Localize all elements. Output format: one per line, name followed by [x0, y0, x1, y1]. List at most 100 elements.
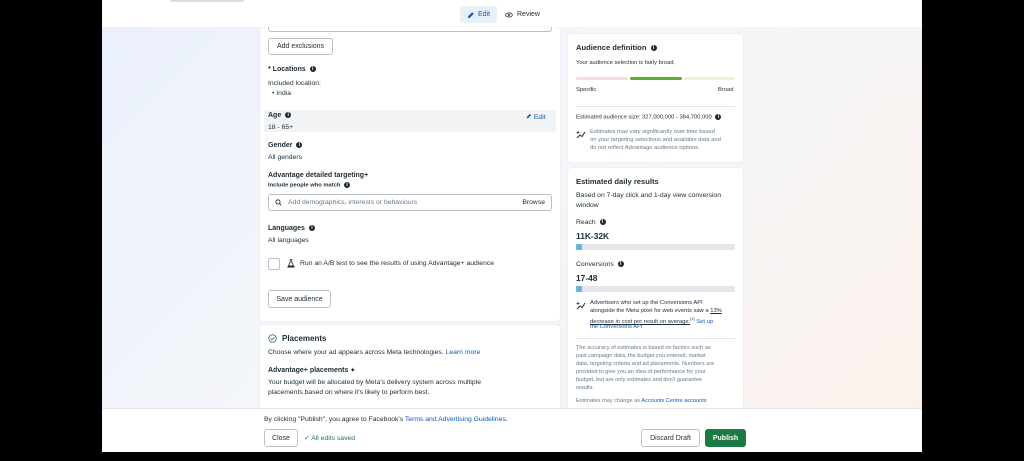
detailed-targeting-label: Advantage detailed targeting+	[268, 172, 368, 179]
info-icon[interactable]: i	[308, 225, 315, 232]
languages-label: Languages i	[268, 225, 315, 232]
audience-definition-title: Audience definition i	[576, 43, 657, 52]
info-icon[interactable]: i	[715, 114, 722, 120]
conversions-api-text-2-pre: alongside the Meta pixel for web events …	[590, 308, 709, 314]
advantage-placements-desc-1: Your budget will be allocated by Meta's …	[268, 379, 481, 386]
ad-editor-window: Edit Review Add exclusions * Locations i…	[102, 0, 922, 452]
include-label-text: Include people who match	[268, 182, 341, 189]
location-value: India	[276, 90, 292, 97]
audience-size: Estimated audience size: 327,000,000 - 3…	[576, 114, 722, 121]
sparkle-icon: ✦	[350, 368, 356, 374]
edit-mode-button[interactable]: Edit	[460, 6, 497, 23]
estimate-note-1: Estimates may vary significantly over ti…	[590, 129, 716, 135]
audience-definition-card: Audience definition i Your audience sele…	[568, 34, 743, 162]
reach-label-text: Reach	[576, 219, 596, 226]
languages-label-text: Languages	[268, 225, 305, 232]
accuracy-note-2: past campaign data, the budget you enter…	[576, 353, 706, 359]
footer-bar: By clicking "Publish", you agree to Face…	[102, 408, 922, 452]
detailed-targeting-text: Advantage detailed targeting	[268, 172, 365, 179]
previous-field-edge	[268, 27, 552, 32]
accuracy-note-1: The accuracy of estimates is based on fa…	[576, 345, 711, 351]
meter-broad-segment	[684, 77, 735, 80]
detailed-targeting-search[interactable]: Add demographics, interests or behaviour…	[268, 194, 552, 211]
estimated-results-title: Estimated daily results	[576, 177, 659, 186]
placements-title: Placements	[282, 334, 327, 343]
save-audience-button[interactable]: Save audience	[268, 290, 331, 308]
reach-value: 11K-32K	[576, 231, 610, 241]
close-button[interactable]: Close	[264, 429, 298, 447]
accounts-centre-link[interactable]: Accounts Centre accounts	[641, 398, 706, 404]
tab-stub	[170, 0, 244, 2]
info-icon[interactable]: i	[309, 66, 316, 73]
left-column: Add exclusions * Locations i Included lo…	[260, 27, 560, 415]
audience-status: Your audience selection is fairly broad.	[576, 60, 676, 66]
estimates-change-note: Estimates may change as Accounts Centre …	[576, 398, 707, 404]
terms-link[interactable]: Terms and Advertising Guidelines	[405, 416, 506, 423]
divider	[576, 338, 735, 339]
flask-icon	[287, 259, 295, 268]
setup-conversions-api-link[interactable]: Set up	[696, 319, 713, 325]
advantage-placements-text: Advantage+ placements	[268, 367, 349, 374]
estimate-note-3: do not reflect Advantage audience option…	[590, 145, 700, 151]
conversions-api-stat-link[interactable]: 13%	[710, 308, 722, 314]
age-row[interactable]	[264, 110, 556, 132]
locations-label: * Locations i	[268, 66, 316, 73]
save-status: ✓ All edits saved	[304, 434, 355, 442]
eye-icon	[505, 12, 513, 17]
audience-definition-title-text: Audience definition	[576, 43, 647, 52]
conversions-api-text-2: alongside the Meta pixel for web events …	[590, 308, 722, 314]
publish-button[interactable]: Publish	[705, 429, 746, 447]
info-icon[interactable]: i	[617, 261, 624, 268]
terms-text: By clicking "Publish", you agree to Face…	[264, 416, 508, 423]
locations-label-text: Locations	[272, 66, 306, 73]
location-item: • India	[272, 90, 292, 97]
browse-button[interactable]: Browse	[522, 199, 545, 206]
ab-test-text: Run an A/B test to see the results of us…	[300, 260, 495, 267]
info-icon[interactable]: i	[650, 45, 657, 51]
results-basis-2: window	[576, 202, 599, 209]
meter-active-segment	[630, 77, 682, 80]
estimate-note-2: on your targeting selections and availab…	[590, 137, 721, 143]
age-label: Age i	[268, 112, 292, 119]
edit-mode-label: Edit	[477, 11, 491, 18]
info-icon[interactable]: i	[599, 219, 606, 226]
advantage-plus-icon: +	[364, 172, 369, 179]
accuracy-note-3: data, targeting criteria and ad placemen…	[576, 361, 715, 367]
audience-card: Add exclusions * Locations i Included lo…	[260, 27, 560, 321]
terms-text-pre: By clicking "Publish", you agree to Face…	[264, 416, 404, 423]
conversions-api-text-1: Advertisers who set up the Conversions A…	[590, 300, 703, 306]
pencil-icon	[467, 11, 474, 18]
meter-specific-label: Specific	[576, 87, 597, 93]
info-icon[interactable]: i	[285, 112, 292, 119]
info-icon[interactable]: i	[296, 142, 303, 149]
reach-bar	[576, 244, 735, 250]
learn-more-link[interactable]: Learn more	[446, 349, 481, 356]
required-marker: *	[268, 66, 271, 73]
conversions-label-text: Conversions	[576, 261, 614, 268]
placements-description-text: Choose where your ad appears across Meta…	[268, 349, 444, 356]
audience-size-text: Estimated audience size: 327,000,000 - 3…	[576, 114, 712, 121]
check-icon: ✓	[304, 435, 310, 442]
advantage-placements-desc-2: placements based on where it's likely to…	[268, 389, 430, 396]
add-exclusions-button[interactable]: Add exclusions	[268, 38, 333, 55]
age-edit-link[interactable]: Edit	[526, 113, 546, 121]
ab-test-checkbox[interactable]	[268, 258, 280, 270]
meter-specific-segment	[576, 77, 628, 80]
languages-value: All languages	[268, 237, 309, 244]
discard-draft-button[interactable]: Discard Draft	[641, 429, 700, 447]
search-icon	[275, 199, 282, 206]
review-mode-button[interactable]: Review	[505, 6, 540, 23]
results-basis-1: Based on 7-day click and 1-day view conv…	[576, 192, 722, 199]
terms-text-post: .	[505, 416, 508, 423]
meter-broad-label: Broad	[718, 87, 734, 93]
gender-label-text: Gender	[268, 142, 293, 149]
conversions-api-link[interactable]: the Conversions API	[590, 324, 643, 330]
info-icon[interactable]: i	[344, 182, 351, 188]
accuracy-note-5: budget, but are only estimates and don't…	[576, 377, 703, 383]
top-bar: Edit Review	[102, 0, 922, 27]
divider	[576, 106, 735, 107]
search-placeholder: Add demographics, interests or behaviour…	[288, 199, 418, 206]
age-edit-label: Edit	[533, 114, 546, 121]
sparkle-chart-icon	[576, 130, 586, 139]
check-circle-icon	[268, 334, 277, 343]
